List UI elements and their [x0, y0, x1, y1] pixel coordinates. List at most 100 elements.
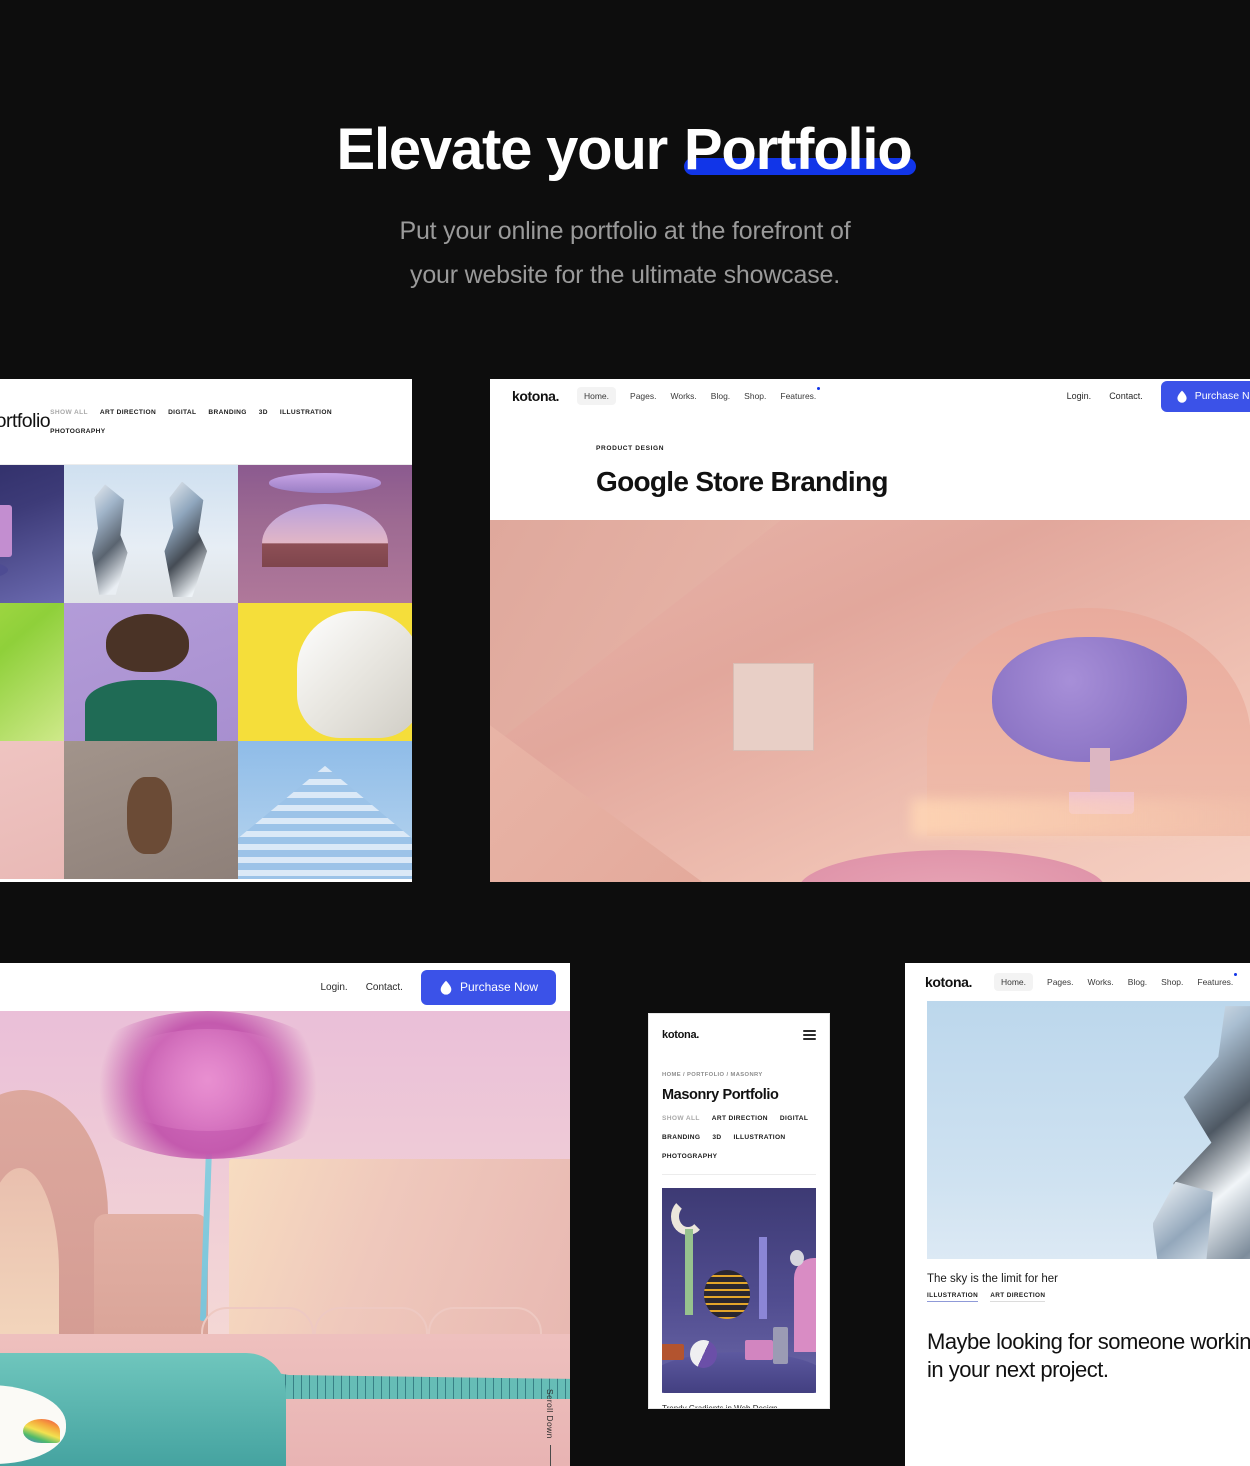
page-title-prefix: Elevate your — [336, 117, 682, 182]
portfolio-filter-list[interactable]: SHOW ALL ART DIRECTION DIGITAL BRANDING … — [50, 409, 388, 435]
portfolio-tile-pink-still-life[interactable] — [0, 741, 64, 879]
portfolio-tile-portrait-headband[interactable] — [64, 603, 238, 741]
pool-palm-fronds-highlight — [101, 1029, 315, 1132]
artwork-vaporwave-pool — [0, 1011, 570, 1466]
login-link[interactable]: Login. — [1067, 391, 1092, 401]
shapes-red-block — [662, 1343, 684, 1361]
filter-illustration[interactable]: ILLUSTRATION — [280, 409, 332, 416]
blog-headline: Maybe looking for someone working 🍄 in y… — [905, 1302, 1250, 1384]
portfolio-tile-arch-landscape[interactable] — [238, 465, 412, 603]
blog-brand-logo[interactable]: kotona. — [925, 974, 972, 990]
blog-nav-item-shop[interactable]: Shop. — [1161, 977, 1183, 987]
pool-login-link[interactable]: Login. — [320, 982, 347, 993]
pool-navbar: Login. Contact. Purchase Now — [0, 963, 570, 1011]
artwork-arch-landscape — [238, 465, 412, 603]
mobile-filter-branding[interactable]: BRANDING — [662, 1134, 700, 1141]
purchase-now-button[interactable]: Purchase Now — [1160, 380, 1250, 412]
blog-featured-image[interactable] — [927, 1001, 1250, 1259]
shapes-striped-sphere — [703, 1270, 750, 1320]
pool-contact-link[interactable]: Contact. — [366, 982, 403, 993]
project-page-mockup: kotona. Home. Pages. Works. Blog. Shop. … — [490, 379, 1250, 882]
hero-subtitle: Put your online portfolio at the forefro… — [0, 209, 1250, 297]
blog-nav-item-home[interactable]: Home. — [993, 973, 1034, 991]
blog-navbar: kotona. Home. Pages. Works. Blog. Shop. … — [905, 963, 1250, 1001]
page-title-highlight-wrap: Portfolio — [682, 117, 916, 183]
mobile-navbar: kotona. — [649, 1014, 829, 1056]
portfolio-grid — [0, 465, 412, 879]
portfolio-tile-hand-serum[interactable] — [64, 741, 238, 879]
mobile-filter-3d[interactable]: 3D — [712, 1134, 721, 1141]
hero-section: Elevate your Portfolio Put your online p… — [0, 0, 1250, 297]
blog-post-caption: The sky is the limit for her — [927, 1273, 1059, 1285]
breadcrumb: HOME / PORTFOLIO / MASONRY — [662, 1072, 763, 1078]
main-nav: Home. Pages. Works. Blog. Shop. Features… — [576, 387, 821, 405]
filter-3d[interactable]: 3D — [259, 409, 268, 416]
blog-headline-part-2: in your next project. — [927, 1357, 1109, 1383]
nav-item-blog[interactable]: Blog. — [711, 391, 730, 401]
interior-wall-frame — [733, 663, 814, 752]
filter-photography[interactable]: PHOTOGRAPHY — [50, 428, 105, 435]
shapes-green-rod — [685, 1229, 693, 1316]
blog-tag-art-direction[interactable]: ART DIRECTION — [990, 1292, 1046, 1302]
page-root: Elevate your Portfolio Put your online p… — [0, 0, 1250, 1466]
nav-item-pages[interactable]: Pages. — [630, 391, 656, 401]
scroll-down-label: Scroll Down — [545, 1389, 555, 1439]
artwork-3d-abstract-shapes — [662, 1188, 816, 1393]
project-intro: PRODUCT DESIGN Google Store Branding — [490, 413, 1250, 520]
interior-floor-light — [911, 798, 1250, 836]
filter-show-all[interactable]: SHOW ALL — [50, 409, 88, 416]
shapes-stage — [662, 1352, 816, 1393]
blog-nav-item-pages[interactable]: Pages. — [1047, 977, 1073, 987]
mobile-filter-illustration[interactable]: ILLUSTRATION — [733, 1134, 785, 1141]
mobile-divider — [662, 1174, 816, 1175]
mobile-page-title: Masonry Portfolio — [662, 1087, 779, 1103]
portfolio-tile-chrome-figures[interactable] — [64, 465, 238, 603]
shapes-grey-can — [772, 1327, 789, 1365]
droplet-icon — [1177, 390, 1187, 403]
artwork-chrome-sculpture-sky — [927, 1001, 1250, 1259]
mobile-filter-photography[interactable]: PHOTOGRAPHY — [662, 1153, 717, 1160]
nav-item-works[interactable]: Works. — [671, 391, 697, 401]
blog-post-tags: ILLUSTRATION ART DIRECTION — [905, 1285, 1250, 1302]
filter-digital[interactable]: DIGITAL — [168, 409, 196, 416]
filter-branding[interactable]: BRANDING — [208, 409, 246, 416]
mobile-filter-show-all[interactable]: SHOW ALL — [662, 1115, 700, 1122]
nav-item-shop[interactable]: Shop. — [744, 391, 766, 401]
portfolio-tile-3d-podium-shapes[interactable] — [0, 465, 64, 603]
mobile-brand-logo[interactable]: kotona. — [662, 1029, 699, 1041]
portfolio-tile-yellow-bust[interactable] — [238, 603, 412, 741]
mobile-filter-art-direction[interactable]: ART DIRECTION — [712, 1115, 768, 1122]
framed-portfolio-mockup: Framed Portfolio SHOW ALL ART DIRECTION … — [0, 379, 412, 882]
mobile-filter-digital[interactable]: DIGITAL — [780, 1115, 808, 1122]
mobile-portfolio-thumbnail[interactable] — [662, 1188, 816, 1393]
artwork-hand-serum — [64, 741, 238, 879]
nav-item-features[interactable]: Features. — [780, 387, 821, 401]
blog-nav-item-works[interactable]: Works. — [1088, 977, 1114, 987]
nav-item-home[interactable]: Home. — [576, 387, 617, 405]
hero-subtitle-line-1: Put your online portfolio at the forefro… — [399, 216, 851, 245]
pool-purchase-now-button[interactable]: Purchase Now — [420, 969, 556, 1005]
portfolio-tile-blue-chevron[interactable] — [238, 741, 412, 879]
shapes-pink-box — [745, 1339, 773, 1361]
pool-unicorn-rainbow-tail — [23, 1418, 61, 1443]
project-hero-image — [490, 520, 1250, 882]
portfolio-tile-green-packaging[interactable] — [0, 603, 64, 741]
pool-block — [94, 1214, 208, 1353]
sculpture-secondary — [1152, 1181, 1213, 1259]
blog-main-nav: Home. Pages. Works. Blog. Shop. Features… — [993, 973, 1238, 991]
scroll-down-indicator[interactable]: Scroll Down — [540, 1389, 560, 1466]
artwork-blue-chevron — [238, 741, 412, 879]
shapes-purple-rod — [759, 1237, 768, 1320]
blog-nav-item-features[interactable]: Features. — [1197, 973, 1238, 987]
hamburger-icon[interactable] — [803, 1030, 816, 1040]
blog-headline-part-1: Maybe looking for someone working — [927, 1329, 1250, 1354]
pool-hero-mockup: Login. Contact. Purchase Now Scroll Down — [0, 963, 570, 1466]
filter-art-direction[interactable]: ART DIRECTION — [100, 409, 156, 416]
scroll-down-line — [549, 1445, 551, 1466]
blog-tag-illustration[interactable]: ILLUSTRATION — [927, 1292, 979, 1302]
contact-link[interactable]: Contact. — [1109, 391, 1143, 401]
blog-nav-item-blog[interactable]: Blog. — [1128, 977, 1147, 987]
mobile-filter-list[interactable]: SHOW ALL ART DIRECTION DIGITAL BRANDING … — [662, 1115, 816, 1160]
brand-logo[interactable]: kotona. — [512, 388, 559, 404]
pool-purchase-now-label: Purchase Now — [459, 980, 538, 994]
